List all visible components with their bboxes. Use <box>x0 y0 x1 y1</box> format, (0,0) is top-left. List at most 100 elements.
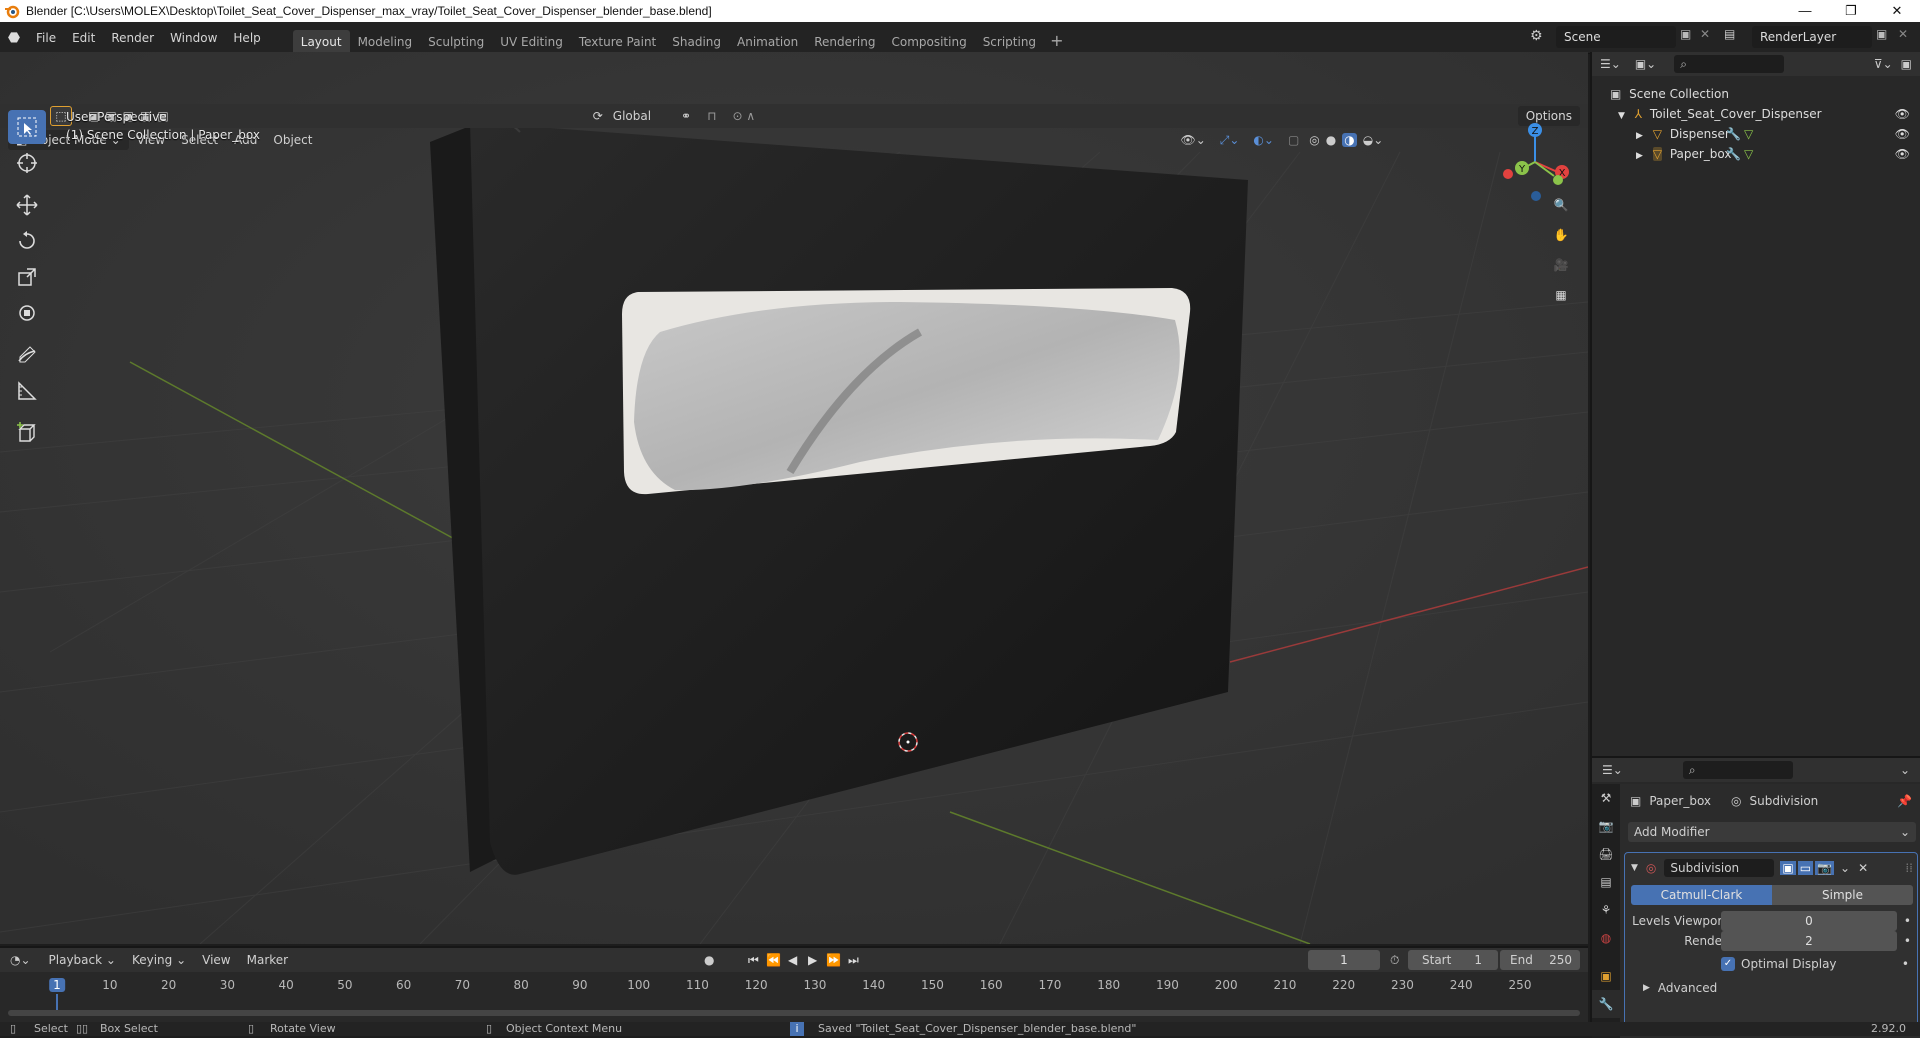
orientation-dropdown[interactable]: Global <box>611 106 673 126</box>
next-keyframe-icon[interactable]: ⏩ <box>826 953 841 967</box>
expand-arrow-icon[interactable]: ▶ <box>1636 131 1643 141</box>
ortho-grid-icon[interactable]: ▦ <box>1548 282 1574 308</box>
output-tab-icon[interactable]: 🖨 <box>1592 840 1620 868</box>
scale-tool[interactable] <box>8 260 46 294</box>
new-collection-icon[interactable]: ▣ <box>1901 57 1912 71</box>
cursor-tool[interactable] <box>8 146 46 180</box>
tab-compositing[interactable]: Compositing <box>883 30 974 54</box>
minimize-button[interactable]: — <box>1782 0 1828 22</box>
keyframe-dot-icon[interactable]: • <box>1904 911 1911 931</box>
mesh-data-icon[interactable]: ▽ <box>1744 124 1753 144</box>
restore-button[interactable]: ❐ <box>1828 0 1874 22</box>
menu-object[interactable]: Object <box>265 130 320 150</box>
viewport-toggle-icon[interactable]: ▭ <box>1797 861 1814 875</box>
menu-help[interactable]: Help <box>225 22 268 54</box>
start-frame-field[interactable]: Start 1 <box>1408 950 1498 970</box>
keyframe-dot-icon[interactable]: • <box>1904 931 1911 951</box>
rotate-tool[interactable] <box>8 224 46 258</box>
simple-button[interactable]: Simple <box>1772 885 1913 905</box>
material-shading-icon[interactable]: ◑ <box>1342 133 1357 147</box>
keyframe-dot-icon[interactable]: • <box>1902 957 1909 971</box>
snap-icon[interactable]: ⊓ <box>699 106 724 126</box>
collapse-chevron-icon[interactable]: ⌄ <box>1900 763 1910 777</box>
gizmo-toggle-icon[interactable]: ⤢⌄ <box>1220 133 1240 148</box>
modifier-wrench-icon[interactable]: 🔧 <box>1726 124 1741 144</box>
modifier-wrench-icon[interactable]: 🔧 <box>1726 144 1741 164</box>
outliner-item-dispenser[interactable]: ▶ ▽ Dispenser 🔧 ▽ 👁 <box>1592 124 1920 144</box>
levels-viewport-field[interactable]: 0 <box>1721 911 1897 931</box>
stopwatch-icon[interactable]: ⏱ <box>1390 953 1399 968</box>
menu-window[interactable]: Window <box>162 22 225 54</box>
new-layer-icon[interactable]: ▣ <box>1876 27 1887 41</box>
add-workspace-button[interactable]: + <box>1044 31 1069 50</box>
object-tab-icon[interactable]: ▣ <box>1592 962 1620 990</box>
delete-scene-icon[interactable]: ✕ <box>1700 27 1710 41</box>
record-icon[interactable]: ● <box>704 953 714 967</box>
prev-keyframe-icon[interactable]: ⏪ <box>766 953 781 967</box>
measure-tool[interactable] <box>8 374 46 408</box>
jump-end-icon[interactable]: ⏭ <box>848 953 859 968</box>
rendered-shading-icon[interactable]: ◒⌄ <box>1363 133 1384 147</box>
close-button[interactable]: ✕ <box>1874 0 1920 22</box>
tab-texture-paint[interactable]: Texture Paint <box>571 30 664 54</box>
add-modifier-dropdown[interactable]: Add Modifier ⌄ <box>1628 822 1916 842</box>
annotate-tool[interactable] <box>8 338 46 372</box>
overlay-toggle-icon[interactable]: ◐⌄ <box>1253 133 1274 147</box>
mesh-data-icon[interactable]: ▽ <box>1744 144 1753 164</box>
delete-layer-icon[interactable]: ✕ <box>1898 27 1908 41</box>
scene-icon[interactable]: ⚙ <box>1530 28 1543 44</box>
xray-toggle-icon[interactable]: ▢ <box>1288 133 1299 147</box>
expand-arrow-icon[interactable]: ▶ <box>1636 151 1643 161</box>
proportional-edit-icon[interactable]: ⊙ ∧ <box>724 106 763 126</box>
outliner-search-field[interactable]: ⌕ <box>1674 55 1785 73</box>
menu-file[interactable]: File <box>28 22 64 54</box>
timeline-ruler[interactable]: 1 10 20 30 40 50 60 70 80 90 100 110 120 130 140 150 160… <box>0 974 1588 1014</box>
remove-modifier-icon[interactable]: ✕ <box>1858 861 1868 875</box>
scene-tab-icon[interactable]: ⚘ <box>1592 896 1620 924</box>
marker-menu[interactable]: Marker <box>239 950 296 970</box>
modifier-menu-icon[interactable]: ⌄ <box>1840 861 1850 875</box>
tab-sculpting[interactable]: Sculpting <box>420 30 492 54</box>
visibility-eye-icon[interactable]: 👁 <box>1895 104 1910 124</box>
navigation-gizmo[interactable]: Z X Y <box>1490 112 1580 202</box>
camera-view-icon[interactable]: 🎥 <box>1548 252 1574 278</box>
pan-hand-icon[interactable]: ✋ <box>1548 222 1574 248</box>
render-toggle-icon[interactable]: 📷 <box>1815 861 1835 875</box>
visibility-eye-icon[interactable]: 👁 <box>1895 144 1910 164</box>
menu-render[interactable]: Render <box>103 22 162 54</box>
play-icon[interactable]: ▶ <box>808 953 817 967</box>
current-frame-field[interactable]: 1 <box>1308 950 1380 970</box>
tab-rendering[interactable]: Rendering <box>806 30 883 54</box>
tab-layout[interactable]: Layout <box>292 29 350 54</box>
zoom-icon[interactable]: 🔍 <box>1548 192 1574 218</box>
add-cube-tool[interactable] <box>8 416 46 450</box>
scene-collection-row[interactable]: ▣ Scene Collection <box>1592 84 1920 104</box>
world-tab-icon[interactable]: ◍ <box>1592 924 1620 952</box>
tab-shading[interactable]: Shading <box>664 30 729 54</box>
properties-search-field[interactable]: ⌕ <box>1682 761 1793 779</box>
render-levels-field[interactable]: 2 <box>1721 931 1897 951</box>
drag-handle-icon[interactable]: ⁞⁞ <box>1905 861 1913 875</box>
pivot-icon[interactable]: ⚭ <box>673 106 699 126</box>
timeline-editor-icon[interactable]: ◔⌄ <box>10 953 31 967</box>
wireframe-shading-icon[interactable]: ◎ <box>1309 133 1319 147</box>
properties-editor-icon[interactable]: ☰⌄ <box>1602 763 1623 777</box>
optimal-display-row[interactable]: ✓ Optimal Display <box>1721 957 1837 971</box>
end-frame-field[interactable]: End 250 <box>1500 950 1580 970</box>
collection-row[interactable]: ▼ ⅄ Toilet_Seat_Cover_Dispenser 👁 <box>1592 104 1920 124</box>
visibility-icon[interactable]: 👁⌄ <box>1180 133 1205 147</box>
optimal-display-checkbox[interactable]: ✓ <box>1721 957 1735 971</box>
catmull-clark-button[interactable]: Catmull-Clark <box>1631 885 1772 905</box>
play-reverse-icon[interactable]: ◀ <box>788 953 797 967</box>
solid-shading-icon[interactable]: ● <box>1326 133 1336 147</box>
timeline-view-menu[interactable]: View <box>194 950 238 970</box>
pin-icon[interactable]: 📌 <box>1897 794 1912 808</box>
playhead[interactable]: 1 <box>49 978 65 992</box>
render-tab-icon[interactable]: 📷 <box>1592 812 1620 840</box>
menu-edit[interactable]: Edit <box>64 22 103 54</box>
scene-selector[interactable]: Scene <box>1556 26 1676 48</box>
filter-icon[interactable]: ⊽⌄ <box>1874 57 1893 71</box>
timeline-scrollbar[interactable] <box>8 1010 1580 1016</box>
panel-collapse-icon[interactable]: ▼ <box>1631 863 1638 873</box>
display-mode-icon[interactable]: ▣⌄ <box>1635 57 1656 71</box>
